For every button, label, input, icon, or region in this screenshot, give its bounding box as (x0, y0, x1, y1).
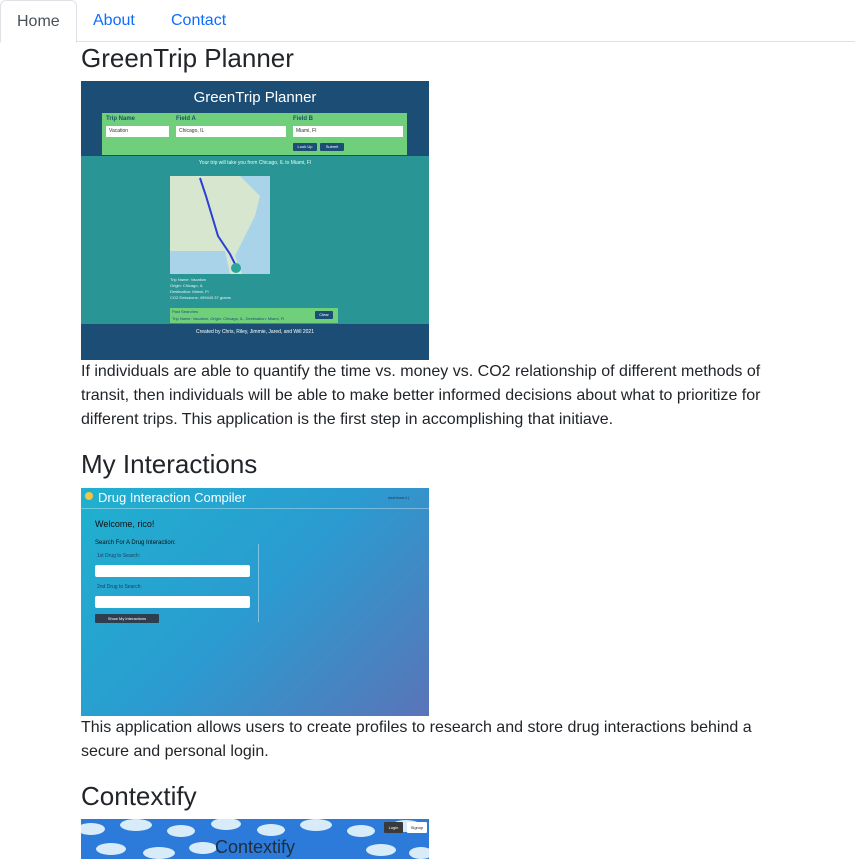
first-drug-input (95, 565, 250, 577)
second-drug-input (95, 596, 250, 608)
trip-name-label: Trip Name (106, 116, 136, 122)
field-b-label: Field B (293, 116, 314, 122)
pill-icon (85, 492, 93, 500)
submit-button: Submit (320, 143, 344, 151)
divider (258, 544, 259, 622)
second-drug-label: 2nd Drug to Search: (97, 584, 142, 590)
tab-home[interactable]: Home (0, 0, 77, 43)
greentrip-app-title: GreenTrip Planner (193, 89, 317, 106)
nav-tabs: Home About Contact (0, 0, 855, 43)
trip-message: Your trip will take you from Chicago, IL… (198, 160, 312, 166)
tab-about[interactable]: About (77, 0, 151, 42)
tab-contact[interactable]: Contact (155, 0, 242, 42)
greentrip-form: Trip Name Vacation Field A Chicago, IL F… (102, 113, 407, 155)
field-a-input: Chicago, IL (176, 126, 286, 137)
drug-app-header: Drug Interaction Compiler dashboard | (81, 488, 429, 509)
signup-button: Signup (407, 822, 427, 833)
greentrip-footer: Created by Chris, Riley, Jimmie, Jared, … (81, 324, 429, 360)
past-searches-label: Past Searches (172, 309, 199, 314)
project-title-greentrip: GreenTrip Planner (81, 43, 294, 73)
project-title-my-interactions: My Interactions (81, 449, 258, 479)
trip-name-input: Vacation (106, 126, 169, 137)
show-interactions-button: Show My Interactions (95, 614, 159, 623)
drug-app-title: Drug Interaction Compiler (98, 490, 247, 505)
clear-button: Clear (315, 311, 333, 319)
project-title-contextify: Contextify (81, 781, 197, 811)
field-b-input: Miami, FI (293, 126, 403, 137)
lookup-button: Look Up (293, 143, 317, 151)
welcome-text: Welcome, rico! (95, 519, 155, 529)
map-icon (170, 176, 270, 274)
search-heading: Search For A Drug Interaction: (95, 540, 176, 546)
drug-interaction-screenshot: Drug Interaction Compiler dashboard | We… (81, 488, 429, 716)
trip-info-line: CO2 Emissions: 499449.37 grams (170, 295, 231, 300)
dashboard-link: dashboard | (387, 495, 409, 500)
past-searches-value: Trip Name: Vacation, Origin: Chicago, IL… (172, 316, 285, 321)
trip-info: Trip Name: Vacation Origin: Chicago, IL … (170, 277, 231, 301)
greentrip-screenshot: GreenTrip Planner Trip Name Vacation Fie… (81, 81, 429, 360)
route-map (170, 176, 270, 274)
contextify-screenshot: Contextify Login Signup (81, 819, 429, 859)
login-button: Login (384, 822, 403, 833)
project-description-my-interactions: This application allows users to create … (81, 719, 752, 760)
past-searches: Past Searches Trip Name: Vacation, Origi… (170, 308, 338, 323)
contextify-app-title: Contextify (214, 837, 296, 857)
first-drug-label: 1st Drug to Search: (97, 553, 141, 559)
field-a-label: Field A (176, 116, 196, 122)
project-description-greentrip: If individuals are able to quantify the … (81, 363, 761, 428)
